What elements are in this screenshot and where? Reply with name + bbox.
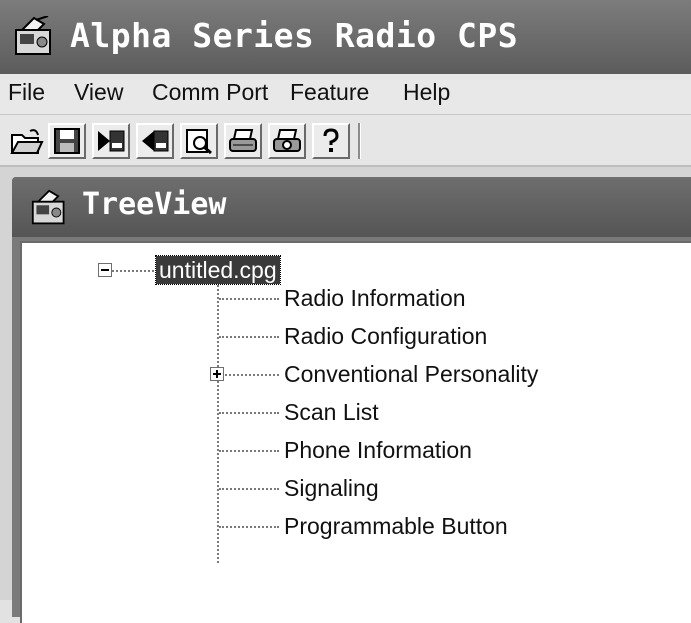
radio-app-icon — [31, 189, 65, 225]
window-title-bar[interactable]: Alpha Series Radio CPS — [0, 0, 691, 74]
tree-control[interactable]: untitled.cpg Radio Information Radio Con… — [20, 241, 691, 623]
tree-node-conventional-personality[interactable]: Conventional Personality — [284, 360, 538, 388]
tree-connector — [112, 270, 154, 272]
print-setup-button[interactable] — [268, 123, 306, 159]
tree-connector — [219, 412, 279, 414]
read-radio-button[interactable] — [92, 123, 130, 159]
mdi-client-area: TreeView untitled.cpg Radio Information … — [0, 167, 691, 623]
tree-node-programmable-button[interactable]: Programmable Button — [284, 512, 508, 540]
tree-node-scan-list[interactable]: Scan List — [284, 398, 379, 426]
print-button[interactable] — [224, 123, 262, 159]
menu-file[interactable]: File — [8, 79, 45, 106]
menu-help[interactable]: Help — [403, 79, 450, 106]
tree-connector — [219, 488, 279, 490]
save-button[interactable] — [48, 123, 86, 159]
radio-app-icon — [15, 16, 51, 55]
menu-comm-port[interactable]: Comm Port — [152, 79, 268, 106]
tree-connector — [219, 450, 279, 452]
open-folder-icon — [10, 129, 44, 154]
treeview-title: TreeView — [82, 187, 227, 222]
tree-node-root[interactable]: untitled.cpg — [155, 255, 281, 285]
tree-node-phone-information[interactable]: Phone Information — [284, 436, 472, 464]
menu-bar: File View Comm Port Feature Help — [0, 74, 691, 115]
print-setup-icon — [273, 129, 301, 152]
tree-connector — [219, 526, 279, 528]
help-button[interactable] — [312, 123, 350, 159]
write-radio-icon — [142, 130, 169, 152]
read-radio-icon — [98, 130, 125, 152]
tree-connector — [219, 298, 279, 300]
treeview-window[interactable]: TreeView untitled.cpg Radio Information … — [12, 177, 691, 623]
tree-node-radio-configuration[interactable]: Radio Configuration — [284, 322, 487, 350]
window-title: Alpha Series Radio CPS — [70, 16, 519, 55]
tree-connector — [225, 374, 279, 376]
print-icon — [229, 129, 257, 152]
expand-conventional-personality-toggle[interactable] — [210, 367, 224, 381]
tree-node-signaling[interactable]: Signaling — [284, 474, 379, 502]
print-preview-icon — [186, 129, 212, 155]
write-radio-button[interactable] — [136, 123, 174, 159]
tree-connector — [217, 285, 219, 563]
tree-node-radio-information[interactable]: Radio Information — [284, 284, 466, 312]
menu-feature[interactable]: Feature — [290, 79, 369, 106]
menu-view[interactable]: View — [74, 79, 123, 106]
open-button[interactable] — [6, 123, 44, 159]
save-disk-icon — [54, 128, 80, 154]
toolbar — [0, 115, 691, 167]
treeview-title-bar[interactable]: TreeView — [12, 177, 691, 237]
tree-connector — [219, 336, 279, 338]
print-preview-button[interactable] — [180, 123, 218, 159]
toolbar-separator — [358, 123, 361, 159]
collapse-root-toggle[interactable] — [98, 263, 112, 277]
help-icon — [323, 128, 339, 152]
